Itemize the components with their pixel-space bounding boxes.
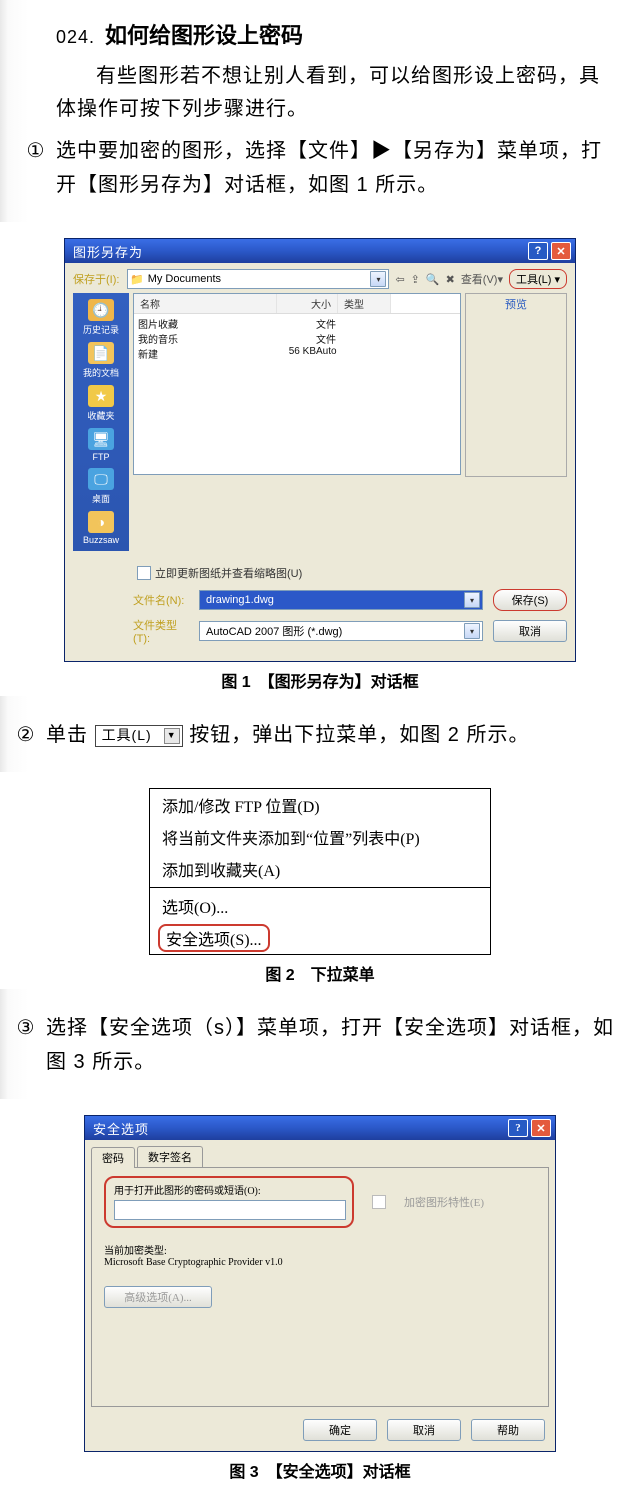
provider-hint: 当前加密类型: [104, 1242, 536, 1257]
encrypt-prop-checkbox[interactable] [372, 1195, 386, 1209]
step-1-number: ① [24, 134, 48, 202]
close-icon[interactable]: ✕ [531, 1119, 551, 1137]
save-button[interactable]: 保存(S) [493, 589, 567, 611]
view-menu[interactable]: 查看(V) ▾ [461, 271, 503, 287]
sidebar-item-history[interactable]: 🕘历史记录 [73, 299, 129, 336]
chevron-down-icon[interactable]: ▾ [464, 623, 480, 639]
col-size[interactable]: 大小 [277, 294, 338, 313]
figure-2-caption: 图 2 下拉菜单 [22, 961, 618, 985]
chevron-down-icon: ▾ [554, 273, 560, 286]
step-2-number: ② [14, 718, 38, 752]
chevron-down-icon[interactable]: ▾ [370, 271, 386, 287]
sidebar-item-ftp[interactable]: 🖥FTP [73, 428, 129, 462]
folder-icon: 📁 [130, 273, 144, 286]
tab-password[interactable]: 密码 [91, 1147, 135, 1168]
saveas-titlebar: 图形另存为 ? ✕ [65, 239, 575, 263]
tools-button[interactable]: 工具(L) ▾ [509, 269, 567, 289]
up-folder-icon[interactable]: ⇪ [411, 273, 420, 286]
figure-3-caption: 图 3 【安全选项】对话框 [22, 1458, 618, 1482]
menu-item-options[interactable]: 选项(O)... [150, 890, 490, 922]
list-item[interactable]: 我的音乐文件 [138, 331, 456, 346]
update-thumb-checkbox[interactable] [137, 566, 151, 580]
tools-inline-button[interactable]: 工具(L) ▼ [95, 725, 183, 747]
list-item[interactable]: 新建56 KBAuto [138, 346, 456, 361]
cancel-button[interactable]: 取消 [387, 1419, 461, 1441]
sidebar-item-desktop[interactable]: 🖵桌面 [73, 468, 129, 505]
step-3-text: 选择【安全选项（s）】菜单项，打开【安全选项】对话框，如图 3 所示。 [46, 1011, 620, 1079]
update-thumb-label: 立即更新图纸并查看缩略图(U) [155, 565, 302, 581]
password-label: 用于打开此图形的密码或短语(O): [114, 1182, 344, 1197]
filetype-combo[interactable]: AutoCAD 2007 图形 (*.dwg)▾ [199, 621, 483, 641]
search-icon[interactable]: 🔍 [426, 273, 440, 286]
tools-label: 工具(L) [516, 271, 551, 287]
password-input[interactable] [114, 1200, 346, 1220]
places-sidebar: 🕘历史记录 📄我的文档 ★收藏夹 🖥FTP 🖵桌面 ◑Buzzsaw [73, 293, 129, 551]
topic-number: 024. [56, 27, 95, 48]
menu-item-ftp[interactable]: 添加/修改 FTP 位置(D) [150, 789, 490, 821]
advanced-button[interactable]: 高级选项(A)... [104, 1286, 212, 1308]
crypto-provider: Microsoft Base Cryptographic Provider v1… [104, 1257, 536, 1268]
saveas-dialog: 图形另存为 ? ✕ 保存于(I): 📁 My Documents ▾ ⇦ ⇪ 🔍 [64, 238, 576, 662]
password-group: 用于打开此图形的密码或短语(O): [104, 1176, 354, 1228]
cancel-button[interactable]: 取消 [493, 620, 567, 642]
tab-signature[interactable]: 数字签名 [137, 1146, 203, 1167]
close-icon[interactable]: ✕ [551, 242, 571, 260]
chevron-down-icon: ▼ [164, 728, 180, 744]
figure-1-caption: 图 1 【图形另存为】对话框 [22, 668, 618, 692]
security-title: 安全选项 [93, 1119, 505, 1138]
back-icon[interactable]: ⇦ [395, 273, 404, 286]
save-in-combo[interactable]: 📁 My Documents ▾ [127, 269, 389, 289]
list-item[interactable]: 图片收藏文件 [138, 316, 456, 331]
ok-button[interactable]: 确定 [303, 1419, 377, 1441]
security-titlebar: 安全选项 ? ✕ [85, 1116, 555, 1140]
step-3-number: ③ [14, 1011, 38, 1079]
col-type[interactable]: 类型 [338, 294, 391, 313]
save-in-label: 保存于(I): [73, 271, 121, 287]
col-name[interactable]: 名称 [134, 294, 277, 313]
help-icon[interactable]: ? [508, 1119, 528, 1137]
delete-icon[interactable]: ✖ [446, 273, 455, 286]
sidebar-item-mydocs[interactable]: 📄我的文档 [73, 342, 129, 379]
save-in-value: My Documents [144, 273, 371, 285]
filetype-label: 文件类型(T): [133, 617, 189, 645]
nav-toolbar: ⇦ ⇪ 🔍 ✖ 查看(V) ▾ 工具(L) ▾ [395, 269, 567, 289]
menu-item-add-place[interactable]: 将当前文件夹添加到“位置”列表中(P) [150, 821, 490, 853]
filename-label: 文件名(N): [133, 592, 189, 608]
encrypt-prop-label: 加密图形特性(E) [404, 1194, 484, 1210]
intro-paragraph: 有些图形若不想让别人看到，可以给图形设上密码，具体操作可按下列步骤进行。 [56, 60, 604, 126]
menu-item-add-fav[interactable]: 添加到收藏夹(A) [150, 853, 490, 885]
step-1: ① 选中要加密的图形，选择【文件】▶【另存为】菜单项，打开【图形另存为】对话框，… [24, 134, 604, 202]
help-button[interactable]: 帮助 [471, 1419, 545, 1441]
step-2-text: 单击 工具(L) ▼ 按钮，弹出下拉菜单，如图 2 所示。 [46, 718, 620, 752]
help-icon[interactable]: ? [528, 242, 548, 260]
security-dialog: 安全选项 ? ✕ 密码 数字签名 用于打开此图形的密码或短语(O): 加密图形特… [84, 1115, 556, 1452]
menu-item-security-options[interactable]: 安全选项(S)... [158, 924, 270, 952]
file-list-pane[interactable]: 名称 大小 类型 图片收藏文件 我的音乐文件 新建56 KBAuto [133, 293, 461, 475]
chevron-down-icon[interactable]: ▾ [464, 592, 480, 608]
saveas-title: 图形另存为 [73, 242, 525, 261]
sidebar-item-favorites[interactable]: ★收藏夹 [73, 385, 129, 422]
topic-title: 如何给图形设上密码 [105, 18, 303, 50]
preview-pane: 预览 [465, 293, 567, 477]
filename-input[interactable]: drawing1.dwg▾ [199, 590, 483, 610]
step-1-text: 选中要加密的图形，选择【文件】▶【另存为】菜单项，打开【图形另存为】对话框，如图… [56, 134, 604, 202]
sidebar-item-buzzsaw[interactable]: ◑Buzzsaw [73, 511, 129, 545]
tools-dropdown-menu: 添加/修改 FTP 位置(D) 将当前文件夹添加到“位置”列表中(P) 添加到收… [149, 788, 491, 955]
menu-divider [150, 887, 490, 888]
